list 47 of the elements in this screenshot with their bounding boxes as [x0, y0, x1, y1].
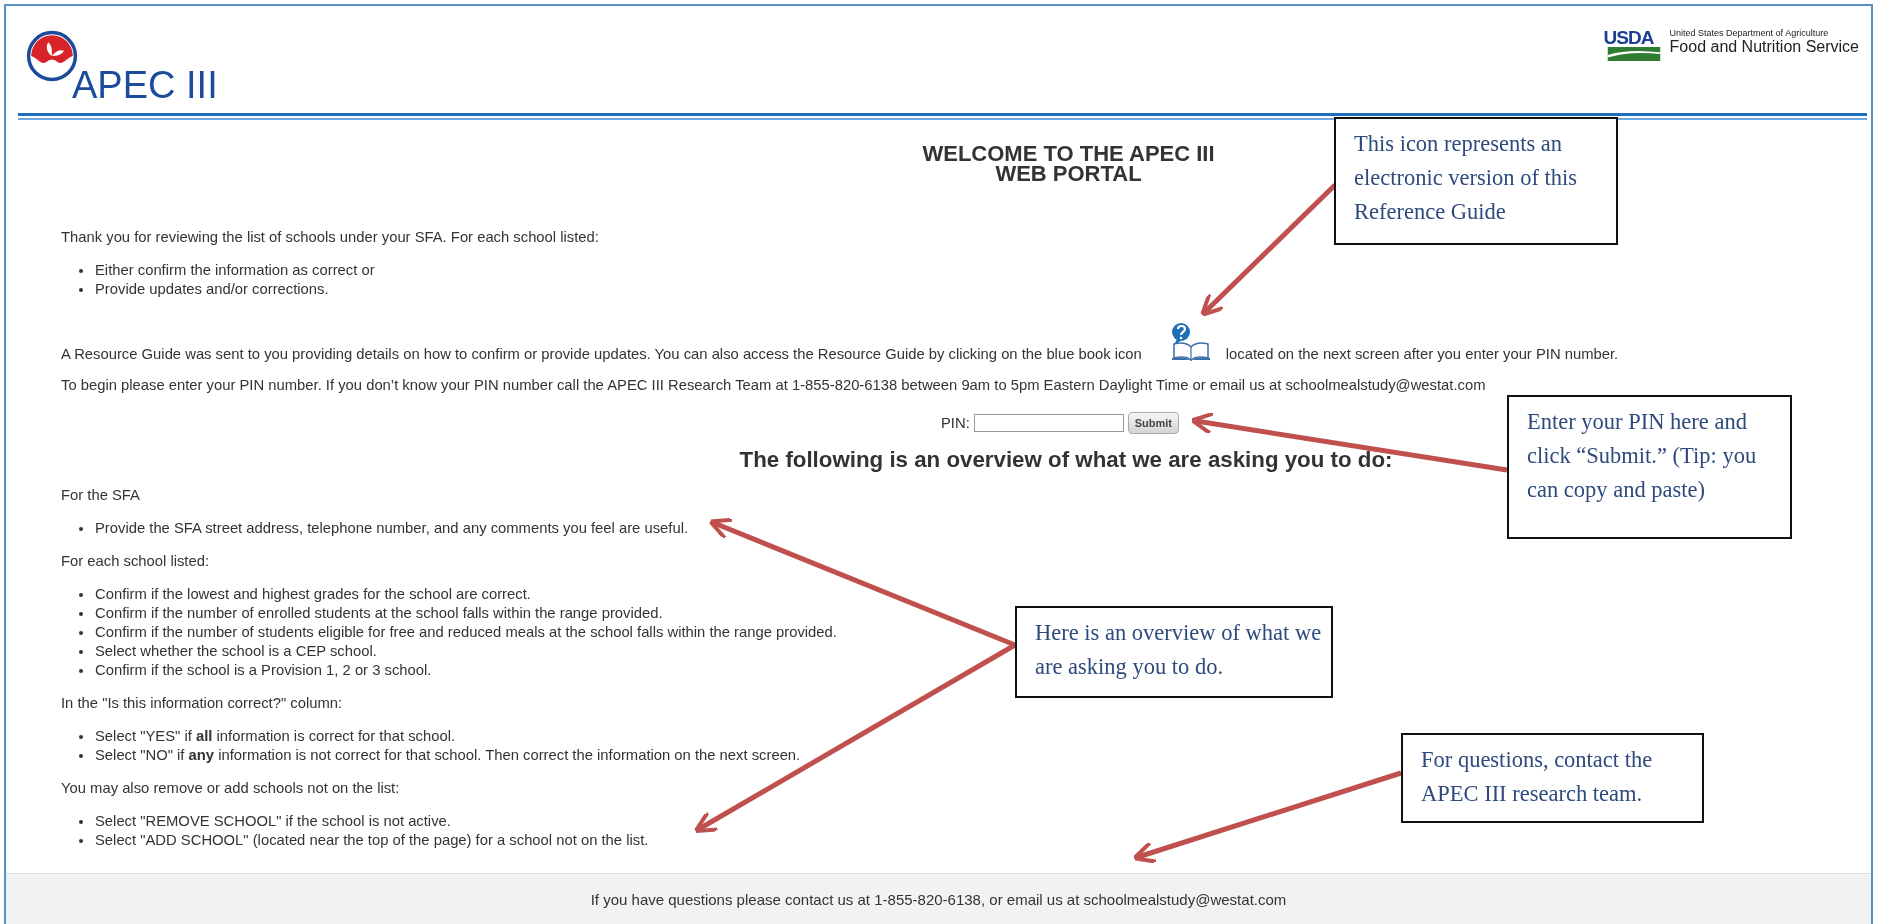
list-item-text: Either confirm the information as correct or	[95, 261, 375, 280]
submit-button[interactable]: Submit	[1127, 412, 1180, 434]
bullet-icon	[79, 838, 83, 843]
section-label: You may also remove or add schools not on the list:	[61, 779, 400, 798]
footer-text: If you have questions please contact us at 1-855-820-6138, or email us at schoolmealstudy@westat.com	[6, 873, 1871, 924]
callout-box: For questions, contact the APEC III research team.	[1401, 733, 1704, 823]
bullet-icon	[79, 592, 83, 597]
bullet-icon	[79, 630, 83, 635]
list-item-text: Confirm if the number of students eligible for free and reduced meals at the school falls within the range provided.	[95, 623, 837, 642]
list-item-text: Select "ADD SCHOOL" (located near the top of the page) for a school not on the list.	[95, 831, 649, 850]
page-title: WELCOME TO THE APEC III	[922, 144, 1215, 164]
bullet-icon	[79, 819, 83, 824]
agency-logo-text: USDA	[1603, 28, 1655, 47]
bullet-icon	[79, 526, 83, 531]
list-item-text: Provide updates and/or corrections.	[95, 280, 329, 299]
logo-text: APEC III	[72, 66, 218, 104]
bullet-icon	[79, 611, 83, 616]
list-item-text: Confirm if the lowest and highest grades for the school are correct.	[95, 585, 531, 604]
agency-department: United States Department of Agriculture	[1669, 28, 1830, 38]
bullet-icon	[79, 734, 83, 739]
pin-field[interactable]	[973, 414, 1124, 432]
list-item-text: Provide the SFA street address, telephone number, and any comments you feel are useful.	[95, 519, 689, 538]
section-label: For each school listed:	[61, 552, 210, 571]
resource-text: located on the next screen after you enter your PIN number.	[1225, 346, 1619, 362]
section-heading: The following is an overview of what we are asking you to do:	[739, 447, 1393, 472]
bullet-icon	[79, 287, 83, 292]
callout-box: Enter your PIN here and click “Submit.” (Tip: you can copy and paste)	[1507, 395, 1792, 539]
agency-service: Food and Nutrition Service	[1669, 38, 1859, 56]
callout-box: This icon represents an electronic version of this Reference Guide	[1334, 117, 1618, 245]
pin-label: PIN:	[940, 415, 970, 431]
list-item-text: Confirm if the school is a Provision 1, 2 or 3 school.	[95, 661, 432, 680]
bullet-icon	[79, 668, 83, 673]
intro-text: Thank you for reviewing the list of schools under your SFA. For each school listed:	[61, 228, 599, 247]
list-item-text: Confirm if the number of enrolled students at the school falls within the range provided.	[95, 604, 663, 623]
section-label: In the "Is this information correct?" column:	[61, 694, 343, 713]
section-label: For the SFA	[61, 486, 140, 505]
list-item-text: Select "REMOVE SCHOOL" if the school is not active.	[95, 812, 451, 831]
page-title: WEB PORTAL	[995, 164, 1142, 184]
bullet-icon	[79, 753, 83, 758]
list-item-text: Select "YES" if all information is correct for that school.	[95, 727, 456, 746]
list-item-text: Select "NO" if any information is not correct for that school. Then correct the information on the next screen.	[95, 746, 801, 765]
instruction-text: To begin please enter your PIN number. If you don’t know your PIN number call the APEC III Research Team at 1-855-820-6138 between 9am to 5pm Eastern Daylight Time or email us at schoolmealstudy@westat.com	[61, 376, 1486, 395]
list-item-text: Select whether the school is a CEP school.	[95, 642, 377, 661]
bullet-icon	[79, 649, 83, 654]
resource-text: A Resource Guide was sent to you providing details on how to confirm or provide updates. You can also access the Resource Guide by clicking on the blue book icon	[61, 346, 1142, 362]
bullet-icon	[79, 268, 83, 273]
callout-box: Here is an overview of what we are asking you to do.	[1015, 606, 1333, 698]
